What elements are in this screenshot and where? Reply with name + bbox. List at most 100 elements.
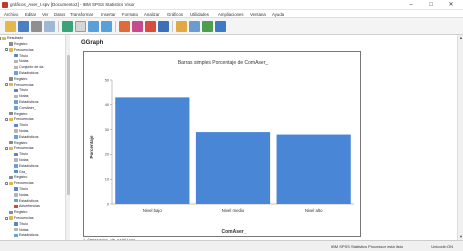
navigator-item[interactable]: Conjunto de da <box>14 65 43 70</box>
navigator-item[interactable]: Registro <box>9 77 27 82</box>
title-icon <box>14 152 18 156</box>
navigator-item[interactable]: Estadísticos <box>14 135 38 140</box>
save-icon[interactable] <box>18 21 29 32</box>
undo-icon[interactable] <box>88 21 99 32</box>
output-navigator[interactable]: −ResultadoRegistro−FrecuenciasTítuloNota… <box>0 35 70 240</box>
show-all-icon[interactable] <box>158 21 169 32</box>
menu-analizar[interactable]: Analizar <box>144 12 160 17</box>
navigator-item[interactable]: Notas <box>14 227 28 232</box>
folder-icon <box>9 117 13 122</box>
menu-datos[interactable]: Datos <box>54 12 65 17</box>
navigator-item[interactable]: Estadísticos <box>14 164 38 169</box>
variables-icon[interactable] <box>145 21 156 32</box>
navigator-item[interactable]: Registro <box>9 140 27 145</box>
notes-icon <box>14 193 18 197</box>
title-icon <box>14 88 18 93</box>
navigator-item[interactable]: Frecuencias <box>9 48 34 53</box>
tree-expander-icon[interactable]: − <box>5 216 8 220</box>
goto-case-icon[interactable] <box>132 21 143 32</box>
navigator-scrollbar[interactable] <box>65 35 70 240</box>
navigator-item[interactable]: Registro <box>9 42 27 47</box>
chart-bar[interactable] <box>276 134 351 204</box>
navigator-item[interactable]: Estadísticos <box>14 71 38 76</box>
tree-expander-icon[interactable]: − <box>5 48 8 52</box>
navigator-item[interactable]: Registro <box>9 175 27 180</box>
insert-output-icon[interactable] <box>176 21 187 32</box>
recall-dialog-icon[interactable] <box>75 21 86 32</box>
navigator-item[interactable]: Frecuencias <box>9 82 34 87</box>
menu-archivo[interactable]: Archivo <box>4 12 18 17</box>
navigator-scroll-thumb[interactable] <box>67 55 70 195</box>
navigator-item[interactable]: Registro <box>9 111 27 116</box>
chart-bar[interactable] <box>115 97 190 204</box>
navigator-item[interactable]: Título <box>14 187 28 192</box>
open-icon[interactable] <box>5 21 16 32</box>
designate-window-icon[interactable] <box>215 21 226 32</box>
navigator-item[interactable]: Estadísticos <box>14 233 38 238</box>
minimize-button[interactable]: – <box>402 0 420 10</box>
folder-icon <box>9 216 13 220</box>
navigator-item[interactable]: Título <box>14 88 28 93</box>
navigator-item[interactable]: Título <box>14 53 28 58</box>
chart-y-tick-label: 0 <box>107 202 109 206</box>
navigator-item[interactable]: Título <box>14 222 28 227</box>
navigator-item[interactable]: Notas <box>14 59 28 64</box>
navigator-item[interactable]: Notas <box>14 158 28 163</box>
menu-utilidades[interactable]: Utilidades <box>190 12 209 17</box>
menu-formato[interactable]: Formato <box>122 12 138 17</box>
menu-ampliaciones[interactable]: Ampliaciones <box>218 12 244 17</box>
navigator-item-label: Estadísticos <box>19 198 39 203</box>
content-scrollbar[interactable]: ▲ ▼ <box>457 35 463 240</box>
menu-ver[interactable]: Ver <box>42 12 48 17</box>
chart-category-label: Nivel bajo <box>143 208 162 213</box>
navigator-item[interactable]: Estadísticos <box>14 100 38 105</box>
navigator-item[interactable]: Frecuencias <box>9 181 34 186</box>
menu-graficos[interactable]: Gráficos <box>167 12 183 17</box>
navigator-item[interactable]: ComAser_ <box>14 106 36 111</box>
tree-expander-icon[interactable]: − <box>5 147 8 151</box>
navigator-item-label: Resultado <box>7 36 24 41</box>
insert-text-icon[interactable] <box>202 21 213 32</box>
navigator-item[interactable]: Advertencias <box>14 204 40 209</box>
title-bar: gráficos_Aser_I.spv [Documento2] - IBM S… <box>0 0 463 10</box>
bar-chart[interactable]: Barras simples Porcentaje de ComAser_ Po… <box>83 51 361 237</box>
menu-ayuda[interactable]: Ayuda <box>272 12 284 17</box>
close-button[interactable]: ✕ <box>442 0 460 10</box>
insert-title-icon[interactable] <box>189 21 200 32</box>
navigator-item[interactable]: Resultado <box>2 36 23 41</box>
tree-expander-icon[interactable]: − <box>5 181 8 185</box>
navigator-item[interactable]: Título <box>14 152 28 157</box>
navigator-item[interactable]: Registro <box>9 210 27 215</box>
notes-icon <box>14 59 18 64</box>
menu-insertar[interactable]: Insertar <box>101 12 116 17</box>
navigator-item-label: Frecuencias <box>14 181 34 186</box>
navigator-item[interactable]: Notas <box>14 129 28 134</box>
menu-editar[interactable]: Editar <box>25 12 36 17</box>
chart-y-tick-label: 40 <box>105 103 109 107</box>
tree-expander-icon[interactable]: − <box>5 83 8 87</box>
print-icon[interactable] <box>31 21 42 32</box>
print-preview-icon[interactable] <box>44 21 55 32</box>
log-icon <box>9 175 13 180</box>
navigator-item[interactable]: Gra_ <box>14 169 27 174</box>
goto-data-icon[interactable] <box>119 21 130 32</box>
navigator-item-label: Título <box>19 221 28 226</box>
navigator-item[interactable]: Frecuencias <box>9 117 34 122</box>
scroll-up-icon[interactable]: ▲ <box>458 35 463 41</box>
navigator-item[interactable]: Frecuencias <box>9 146 34 151</box>
navigator-item[interactable]: Notas <box>14 193 28 198</box>
redo-icon[interactable] <box>101 21 112 32</box>
menu-ventana[interactable]: Ventana <box>250 12 266 17</box>
tree-expander-icon[interactable]: − <box>5 118 8 122</box>
export-icon[interactable] <box>62 21 73 32</box>
chart-category-label: Nivel alto <box>305 208 323 213</box>
tree-expander-icon[interactable]: − <box>0 36 1 40</box>
navigator-item[interactable]: Frecuencias <box>9 216 34 221</box>
menu-transformar[interactable]: Transformar <box>70 12 93 17</box>
maximize-button[interactable]: □ <box>422 0 440 10</box>
navigator-item[interactable]: Notas <box>14 94 28 99</box>
chart-bar[interactable] <box>195 132 271 204</box>
navigator-item-label: Registro <box>14 76 28 81</box>
navigator-item[interactable]: Título <box>14 123 28 128</box>
navigator-item[interactable]: Estadísticos <box>14 198 38 203</box>
